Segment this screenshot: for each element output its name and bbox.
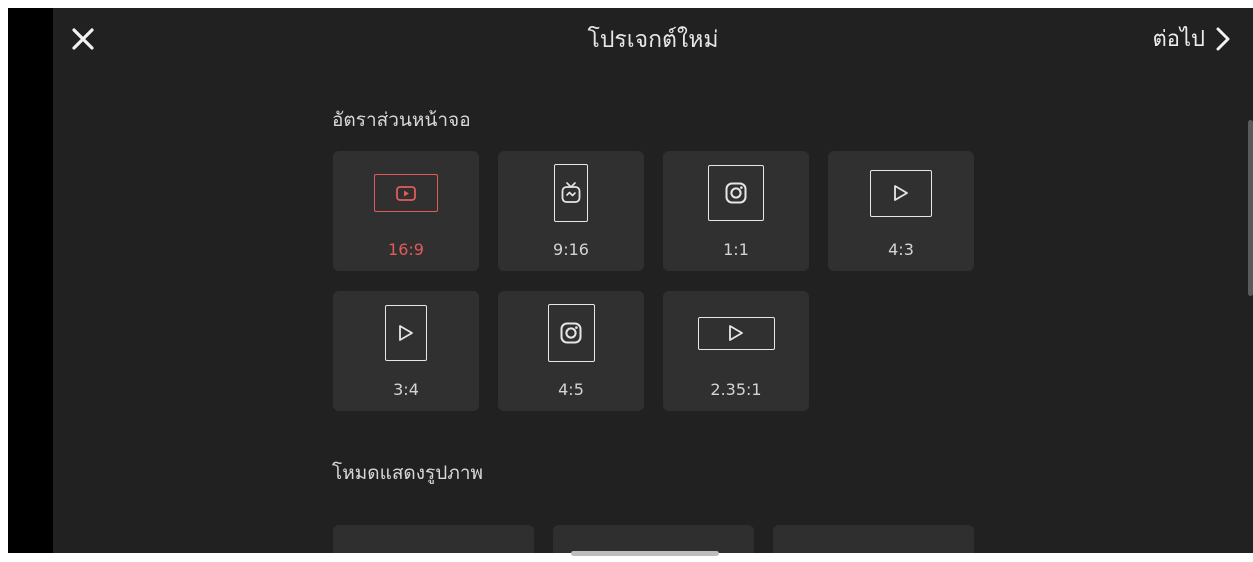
next-button-label: ต่อไป: [1152, 27, 1205, 52]
aspect-option-4-3[interactable]: 4:3: [828, 151, 974, 271]
display-mode-option[interactable]: [333, 525, 534, 553]
aspect-option-label: 9:16: [553, 240, 589, 259]
aspect-option-label: 2.35:1: [710, 380, 762, 399]
aspect-option-2-35-1[interactable]: 2.35:1: [663, 291, 809, 411]
play-icon: [697, 316, 775, 350]
youtube-icon: [374, 174, 438, 212]
aspect-option-16-9[interactable]: 16:9: [333, 151, 479, 271]
aspect-option-label: 3:4: [393, 380, 419, 399]
display-mode-section-title: โหมดแสดงรูปภาพ: [332, 462, 484, 484]
play-icon: [870, 169, 932, 217]
play-icon: [385, 305, 427, 361]
home-indicator[interactable]: [571, 551, 719, 556]
instagram-icon: [547, 304, 595, 362]
new-project-screen: โปรเจกต์ใหม่ ต่อไป อัตราส่วนหน้าจอ 16:9 …: [53, 8, 1253, 553]
display-mode-option[interactable]: [553, 525, 754, 553]
aspect-option-4-5[interactable]: 4:5: [498, 291, 644, 411]
aspect-option-label: 4:3: [888, 240, 914, 259]
page-title: โปรเจกต์ใหม่: [587, 27, 719, 53]
aspect-option-label: 1:1: [723, 240, 749, 259]
device-screen: โปรเจกต์ใหม่ ต่อไป อัตราส่วนหน้าจอ 16:9 …: [8, 8, 1253, 553]
instagram-icon: [708, 165, 764, 221]
aspect-option-3-4[interactable]: 3:4: [333, 291, 479, 411]
aspect-option-label: 4:5: [558, 380, 584, 399]
aspect-ratio-section-title: อัตราส่วนหน้าจอ: [332, 109, 471, 131]
chevron-right-icon: [1216, 27, 1230, 50]
aspect-option-1-1[interactable]: 1:1: [663, 151, 809, 271]
aspect-option-9-16[interactable]: 9:16: [498, 151, 644, 271]
aspect-option-label: 16:9: [388, 240, 424, 259]
igtv-icon: [554, 164, 588, 222]
next-button[interactable]: ต่อไป: [1152, 21, 1231, 56]
display-mode-option[interactable]: [773, 525, 974, 553]
scrollbar[interactable]: [1248, 120, 1253, 296]
